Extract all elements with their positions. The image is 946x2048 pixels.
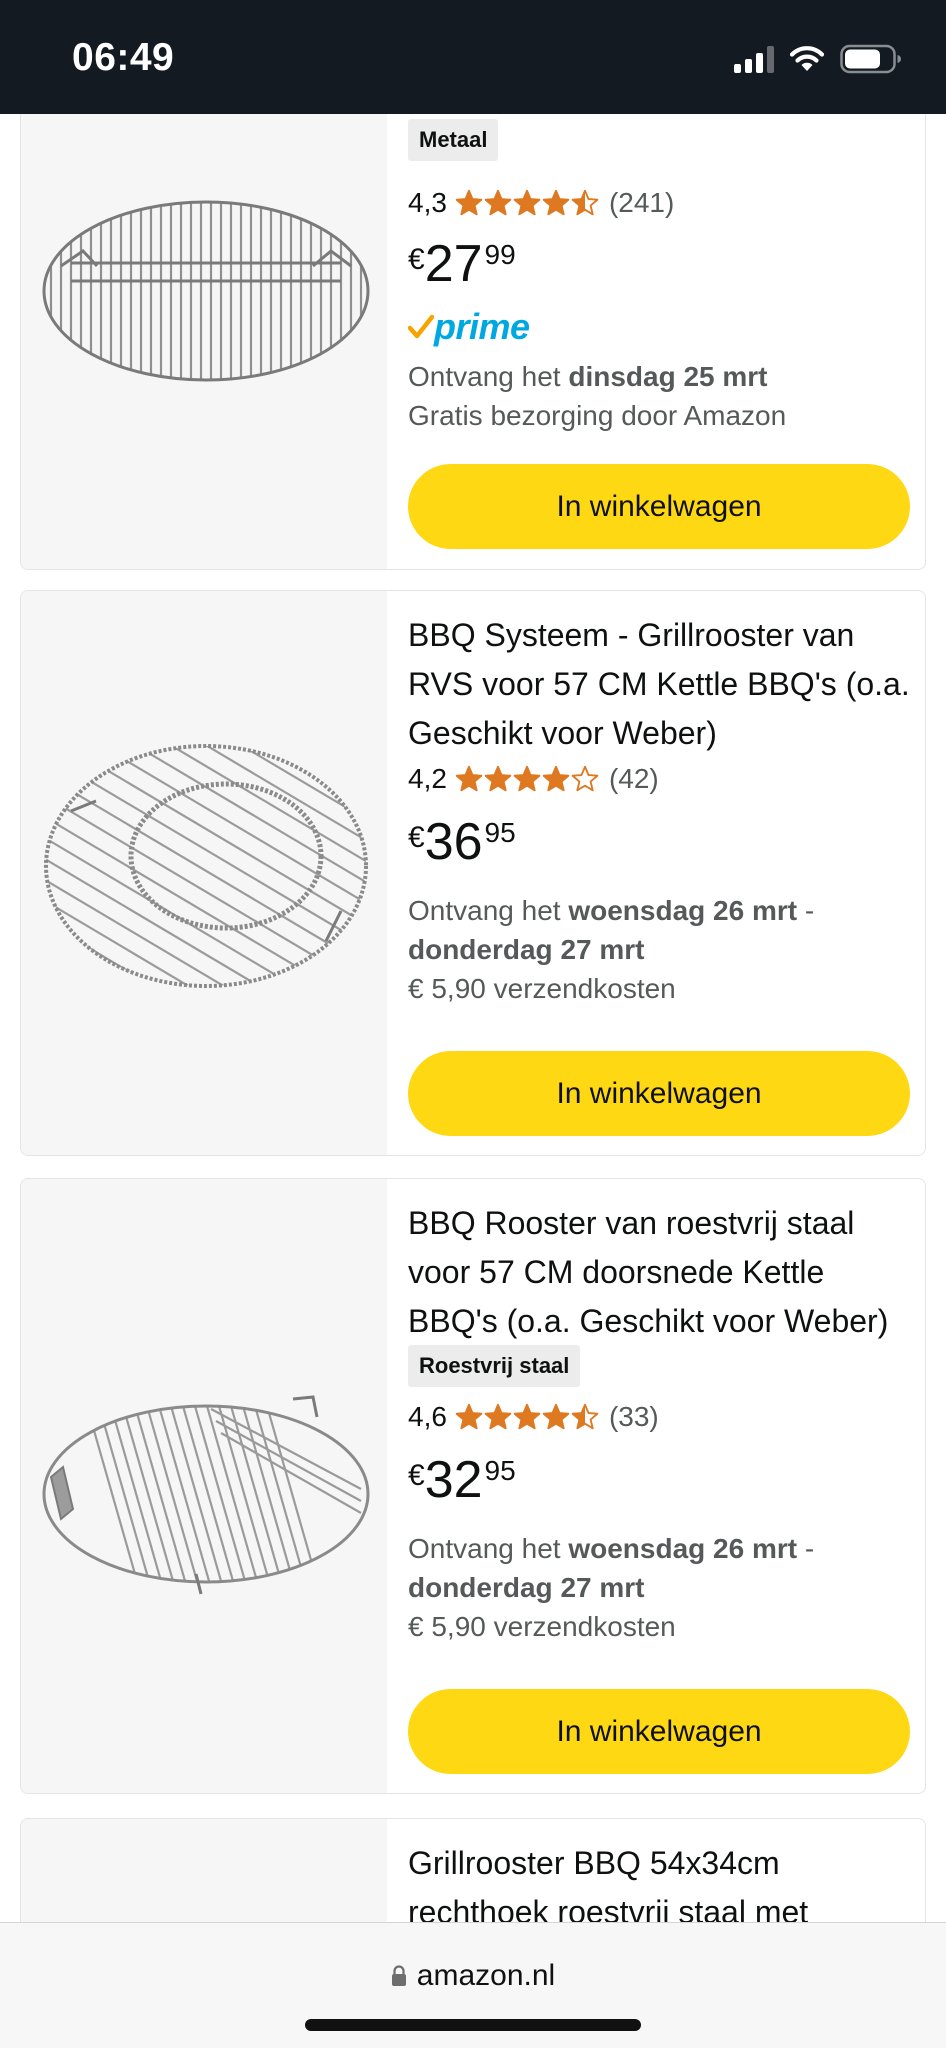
star-full-icon [513,189,541,216]
product-price: € 32 95 [408,1451,516,1509]
review-count: (42) [608,763,659,794]
product-card[interactable]: BBQ Systeem - Grillrooster van RVS voor … [20,590,926,1156]
star-full-icon [455,189,483,216]
star-full-icon [484,765,512,792]
product-rating[interactable]: 4,6 (33) [408,1397,659,1437]
status-time: 06:49 [72,36,175,79]
product-image[interactable] [21,114,387,569]
star-full-icon [513,1403,541,1430]
star-full-icon [542,189,570,216]
rating-value: 4,3 [408,187,447,218]
review-count: (33) [608,1401,659,1432]
star-rating-icon [455,1403,599,1431]
product-image[interactable] [21,1819,387,1922]
product-price: € 36 95 [408,813,516,871]
product-title[interactable]: Grillrooster BBQ 54x34cm rechthoek roest… [408,1839,918,1922]
hinged-grill-grate-image [42,1395,370,1595]
product-image[interactable] [21,1179,387,1793]
star-full-icon [484,189,512,216]
status-bar: 06:49 [0,0,946,114]
prime-label: prime [434,306,530,347]
add-to-cart-button[interactable]: In winkelwagen [408,1051,910,1136]
url-text: amazon.nl [416,1959,556,1992]
star-full-icon [542,1403,570,1430]
product-price: € 27 99 [408,235,516,293]
product-card[interactable]: BBQ Rooster van roestvrij staal voor 57 … [20,1178,926,1794]
review-count: (241) [608,187,675,218]
product-title[interactable]: BBQ Rooster van roestvrij staal voor 57 … [408,1199,918,1346]
product-card[interactable]: Metaal 4,3 (241) € 27 99 prime Ontvang h… [20,114,926,570]
product-rating[interactable]: 4,3 (241) [408,183,674,223]
add-to-cart-button[interactable]: In winkelwagen [408,464,910,549]
status-icons [734,44,902,74]
add-to-cart-button[interactable]: In winkelwagen [408,1689,910,1774]
cellular-signal-icon [734,45,774,73]
search-results[interactable]: Metaal 4,3 (241) € 27 99 prime Ontvang h… [0,114,946,1922]
star-full-icon [513,765,541,792]
star-full-icon [455,1403,483,1430]
battery-icon [840,44,901,74]
prime-check-icon [408,314,434,339]
wifi-icon [789,46,825,71]
home-indicator[interactable] [305,2019,641,2031]
address-bar[interactable]: amazon.nl [0,1959,946,1993]
prime-badge: prime [408,305,530,349]
product-title[interactable]: BBQ Systeem - Grillrooster van RVS voor … [408,611,918,758]
star-rating-icon [455,765,599,793]
delivery-info: Ontvang het dinsdag 25 mrt Gratis bezorg… [408,361,787,431]
material-badge: Roestvrij staal [408,1345,581,1387]
delivery-info: Ontvang het woensdag 26 mrt - donderdag … [408,895,815,1004]
star-half-icon [571,189,599,216]
material-badge: Metaal [408,119,499,161]
round-grill-grate-image [44,744,368,988]
star-full-icon [542,765,570,792]
rating-value: 4,2 [408,763,447,794]
star-full-icon [455,765,483,792]
product-image[interactable] [21,591,387,1155]
lock-icon [391,1965,406,1986]
product-card[interactable]: Grillrooster BBQ 54x34cm rechthoek roest… [20,1818,926,1922]
star-half-icon [571,1403,599,1430]
round-grill-grate-image [42,200,370,382]
star-rating-icon [455,189,599,217]
browser-bottom-bar: amazon.nl [0,1922,946,2048]
star-full-icon [484,1403,512,1430]
delivery-info: Ontvang het woensdag 26 mrt - donderdag … [408,1533,815,1642]
product-rating[interactable]: 4,2 (42) [408,759,659,799]
rating-value: 4,6 [408,1401,447,1432]
star-empty-icon [571,765,599,792]
